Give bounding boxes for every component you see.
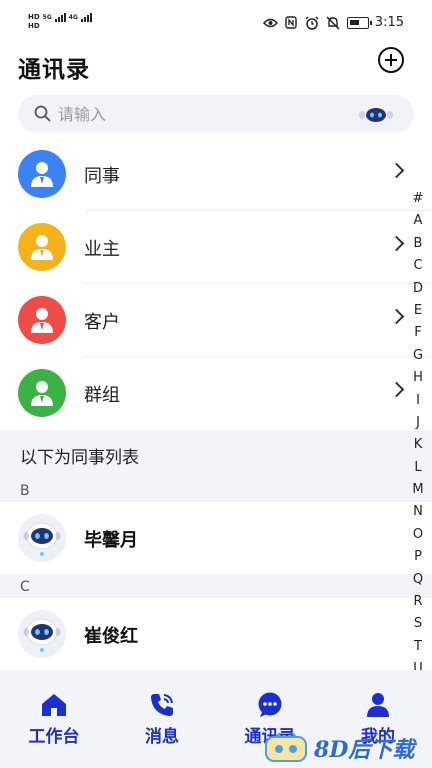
person-avatar-icon — [18, 369, 66, 417]
chevron-right-icon — [388, 381, 405, 398]
tab-messages[interactable]: 消息 — [108, 692, 216, 747]
person-icon — [365, 692, 391, 718]
search-icon — [34, 105, 51, 122]
status-icons: 3:15 — [262, 15, 404, 30]
index-letter[interactable]: N — [410, 501, 426, 523]
group-list: 同事 业主 客户 群组 — [0, 138, 432, 430]
index-letter[interactable]: Q — [410, 569, 426, 591]
robot-avatar-icon — [18, 514, 66, 562]
index-letter[interactable]: D — [410, 278, 426, 300]
contact-row[interactable]: 毕馨月 — [0, 502, 432, 574]
index-letter[interactable]: O — [410, 524, 426, 546]
index-letter[interactable]: K — [410, 434, 426, 456]
watermark-logo-icon — [265, 733, 307, 762]
status-bar: HD 5G 4G HD 3:15 — [0, 0, 432, 46]
letter-header: C — [20, 579, 30, 595]
index-letter[interactable]: E — [410, 300, 426, 322]
signal-type-1: 5G — [42, 14, 52, 21]
phone-icon — [149, 692, 175, 718]
index-letter[interactable]: # — [410, 188, 426, 210]
contact-name: 崔俊红 — [84, 626, 138, 647]
alphabet-index[interactable]: # A B C D E F G H I J K L M N O P Q R S … — [410, 188, 426, 670]
chat-bubble-icon — [257, 692, 283, 718]
chevron-right-icon — [388, 235, 405, 252]
alarm-icon — [305, 16, 320, 30]
signal-bars-icon — [80, 12, 92, 22]
person-avatar-icon — [18, 150, 66, 198]
person-avatar-icon — [18, 296, 66, 344]
index-letter[interactable]: S — [410, 613, 426, 635]
group-item-groups[interactable]: 群组 — [0, 357, 432, 430]
group-label: 同事 — [84, 166, 120, 187]
group-label: 群组 — [84, 385, 120, 406]
index-letter[interactable]: G — [410, 345, 426, 367]
search-bar[interactable] — [18, 95, 414, 133]
tab-label: 消息 — [145, 727, 179, 747]
index-letter[interactable]: P — [410, 546, 426, 568]
group-item-colleagues[interactable]: 同事 — [0, 138, 432, 211]
nfc-icon — [284, 16, 299, 30]
signal-indicators: HD 5G 4G HD — [28, 12, 92, 31]
robot-avatar-icon — [18, 610, 66, 658]
index-letter[interactable]: B — [410, 233, 426, 255]
letter-header: B — [20, 483, 30, 499]
index-letter[interactable]: C — [410, 255, 426, 277]
person-avatar-icon — [18, 223, 66, 271]
contact-row[interactable]: 崔俊红 — [0, 598, 432, 670]
network-type-bottom: HD — [28, 22, 40, 30]
battery-icon — [346, 16, 372, 29]
group-label: 客户 — [84, 312, 120, 333]
chevron-right-icon — [388, 162, 405, 179]
index-letter[interactable]: T — [410, 636, 426, 658]
index-letter[interactable]: I — [410, 390, 426, 412]
group-label: 业主 — [84, 239, 120, 260]
section-caption: 以下为同事列表 — [20, 448, 139, 468]
group-item-customers[interactable]: 客户 — [0, 284, 432, 357]
index-letter[interactable]: M — [410, 479, 426, 501]
index-letter[interactable]: F — [410, 322, 426, 344]
robot-assistant-icon[interactable] — [358, 101, 394, 127]
site-watermark: 8D后下载 — [264, 728, 426, 768]
chevron-right-icon — [388, 308, 405, 325]
clock-time: 3:15 — [374, 15, 404, 30]
page-title: 通讯录 — [18, 57, 90, 83]
eye-icon — [262, 16, 278, 30]
index-letter[interactable]: L — [410, 457, 426, 479]
mute-bell-icon — [326, 15, 341, 30]
network-type-top: HD — [28, 13, 40, 21]
contact-name: 毕馨月 — [84, 530, 138, 551]
signal-type-2: 4G — [68, 14, 78, 21]
index-letter[interactable]: H — [410, 367, 426, 389]
group-item-owners[interactable]: 业主 — [0, 211, 432, 284]
index-letter[interactable]: R — [410, 591, 426, 613]
index-letter[interactable]: A — [410, 210, 426, 232]
index-letter[interactable]: U — [410, 658, 426, 670]
home-icon — [41, 692, 67, 718]
search-input[interactable] — [58, 95, 338, 133]
index-letter[interactable]: J — [410, 412, 426, 434]
add-icon[interactable] — [378, 47, 404, 73]
signal-bars-icon — [54, 12, 66, 22]
tab-label: 工作台 — [28, 727, 80, 747]
watermark-text: 8D后下载 — [314, 737, 415, 763]
tab-workbench[interactable]: 工作台 — [0, 692, 108, 747]
